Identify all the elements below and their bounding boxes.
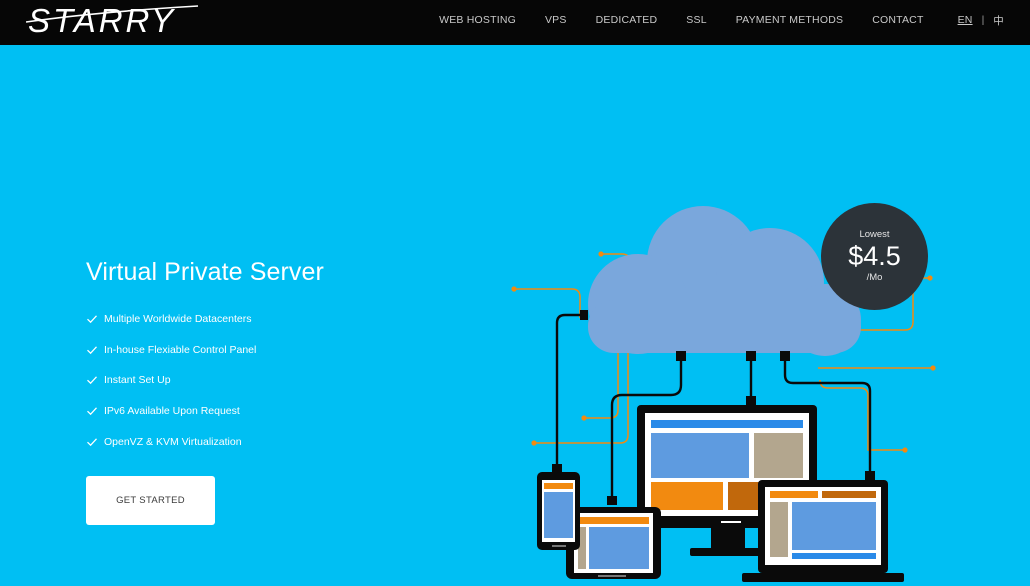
- language-switcher: EN | 中: [958, 13, 1004, 28]
- top-navbar: STARRY WEB HOSTING VPS DEDICATED SSL PAY…: [0, 0, 1030, 45]
- main-nav: WEB HOSTING VPS DEDICATED SSL PAYMENT ME…: [439, 0, 1030, 40]
- feature-item: Instant Set Up: [86, 365, 256, 396]
- laptop-device: [742, 480, 904, 582]
- hero-title: Virtual Private Server: [86, 258, 324, 286]
- nav-dedicated[interactable]: DEDICATED: [596, 14, 658, 26]
- feature-text: Multiple Worldwide Datacenters: [104, 313, 252, 326]
- feature-text: IPv6 Available Upon Request: [104, 405, 240, 418]
- get-started-button[interactable]: GET STARTED: [86, 476, 215, 525]
- lang-separator: |: [981, 14, 985, 26]
- nav-web-hosting[interactable]: WEB HOSTING: [439, 14, 516, 26]
- price-period: /Mo: [866, 272, 883, 283]
- nav-ssl[interactable]: SSL: [686, 14, 706, 26]
- price-amount: $4.5: [848, 241, 901, 271]
- check-icon: [87, 376, 97, 385]
- starry-logo[interactable]: STARRY: [26, 0, 201, 40]
- feature-item: Multiple Worldwide Datacenters: [86, 304, 256, 335]
- feature-text: In-house Flexiable Control Panel: [104, 343, 257, 356]
- feature-item: IPv6 Available Upon Request: [86, 396, 256, 427]
- logo-text: STARRY: [28, 2, 176, 39]
- lang-zh-link[interactable]: 中: [993, 13, 1004, 28]
- price-label: Lowest: [859, 229, 890, 240]
- feature-list: Multiple Worldwide Datacenters In-house …: [86, 304, 256, 457]
- feature-item: OpenVZ & KVM Virtualization: [86, 426, 256, 457]
- nav-vps[interactable]: VPS: [545, 14, 567, 26]
- feature-item: In-house Flexiable Control Panel: [86, 335, 256, 366]
- tablet-device: [566, 507, 661, 579]
- check-icon: [87, 315, 97, 324]
- nav-payment-methods[interactable]: PAYMENT METHODS: [736, 14, 843, 26]
- lowest-price-badge: Lowest $4.5 /Mo: [821, 203, 928, 310]
- check-icon: [87, 407, 97, 416]
- nav-contact[interactable]: CONTACT: [872, 14, 923, 26]
- phone-device: [537, 472, 580, 550]
- check-icon: [87, 438, 97, 446]
- feature-text: Instant Set Up: [104, 374, 171, 387]
- lang-en-link[interactable]: EN: [958, 14, 973, 26]
- feature-text: OpenVZ & KVM Virtualization: [104, 435, 242, 448]
- check-icon: [87, 346, 97, 355]
